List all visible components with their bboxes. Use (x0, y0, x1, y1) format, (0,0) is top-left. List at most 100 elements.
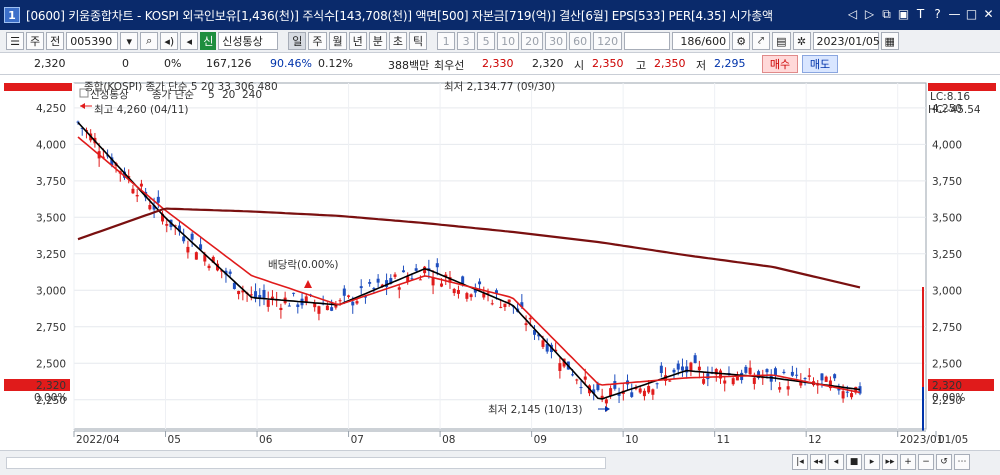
close-icon[interactable]: ✕ (981, 6, 996, 22)
candle-body (790, 371, 794, 376)
chart-scrollbar[interactable] (6, 457, 606, 469)
y-tick-right: 3,000 (932, 285, 962, 297)
x-tick-label: 10 (625, 434, 638, 446)
date-input[interactable]: 2023/01/05 (812, 32, 880, 50)
candle-body (232, 282, 236, 289)
y-tick-right: 3,750 (932, 176, 962, 188)
candle-body (292, 292, 296, 294)
candle-body (351, 301, 355, 306)
period-month-button[interactable]: 월 (328, 32, 347, 50)
candle-body (355, 301, 359, 304)
candle-body (148, 205, 152, 210)
candle-body (579, 387, 583, 389)
range-input[interactable]: 186/600 (672, 32, 731, 50)
period-second-button[interactable]: 초 (388, 32, 407, 50)
high-label: 고 (636, 59, 647, 72)
period-minute-button[interactable]: 분 (368, 32, 387, 50)
stock-name-field[interactable]: 신성통상 (218, 32, 279, 50)
sell-button[interactable]: 매도 (802, 55, 838, 73)
y-tick-right: 4,000 (932, 139, 962, 151)
candle-body (465, 293, 469, 299)
candle-body (397, 287, 401, 290)
calendar-icon[interactable]: ▦ (880, 32, 899, 50)
candle-body (693, 355, 697, 363)
indicator-icon[interactable]: ⚙ (732, 32, 751, 50)
minute-30-button[interactable]: 30 (545, 32, 568, 50)
prev-page-icon[interactable]: ◂◂ (810, 454, 826, 470)
more-icon[interactable]: ⋯ (954, 454, 970, 470)
candle-body (752, 377, 756, 384)
prev-icon[interactable]: ◂ (828, 454, 844, 470)
help-icon[interactable]: ? (930, 6, 945, 22)
zoom-out-icon[interactable]: − (918, 454, 934, 470)
high-marker-label: 최고 4,260 (04/11) (94, 104, 189, 116)
minute-3-button[interactable]: 3 (457, 32, 476, 50)
period-year-button[interactable]: 년 (348, 32, 367, 50)
candle-body (672, 369, 676, 373)
candle-body (613, 381, 617, 389)
change-percent: 0% (164, 57, 182, 70)
candle-body (642, 390, 646, 397)
candle-body (731, 378, 735, 385)
first-icon[interactable]: |◂ (792, 454, 808, 470)
period-day-button[interactable]: 일 (288, 32, 307, 50)
mode-jeon-select[interactable]: 전 (46, 32, 65, 50)
stock-code-input[interactable]: 005390 (66, 32, 119, 50)
minute-60-button[interactable]: 60 (569, 32, 592, 50)
window-number-badge[interactable]: 1 (4, 7, 20, 23)
candle-body (499, 306, 503, 308)
prev-window-icon[interactable]: ◁ (845, 6, 860, 22)
candle-body (228, 271, 232, 274)
candle-body (435, 263, 439, 268)
high-price: 2,350 (654, 57, 686, 70)
save-icon[interactable]: ▤ (772, 32, 791, 50)
text-icon[interactable]: T (913, 6, 928, 22)
candle-body (833, 374, 837, 379)
prev-stock-icon[interactable]: ◂ (180, 32, 199, 50)
minimize-icon[interactable]: — (947, 6, 962, 22)
candle-body (279, 307, 283, 311)
minute-10-button[interactable]: 10 (497, 32, 520, 50)
candle-body (845, 391, 849, 393)
y-tick-right: 2,750 (932, 322, 962, 334)
minute-1-button[interactable]: 1 (437, 32, 456, 50)
candle-body (342, 288, 346, 296)
best-quote-label: 최우선 (434, 59, 465, 72)
y-tick-left: 3,500 (36, 212, 66, 224)
code-dropdown-icon[interactable]: ▾ (120, 32, 139, 50)
candle-body (668, 380, 672, 382)
buy-button[interactable]: 매수 (762, 55, 798, 73)
next-page-icon[interactable]: ▸▸ (882, 454, 898, 470)
candle-body (528, 317, 532, 320)
candle-body (659, 365, 663, 374)
candle-body (186, 246, 190, 253)
draw-tool-icon[interactable]: ⤤ (752, 32, 771, 50)
minute-120-button[interactable]: 120 (593, 32, 623, 50)
minute-20-button[interactable]: 20 (521, 32, 544, 50)
x-tick-label: 2022/04 (76, 434, 120, 446)
settings-gear-icon[interactable]: ✲ (792, 32, 811, 50)
speaker-icon[interactable]: ◂) (160, 32, 179, 50)
y-tick-left: 2,750 (36, 322, 66, 334)
layout-icon[interactable]: ▣ (896, 6, 911, 22)
next-icon[interactable]: ▸ (864, 454, 880, 470)
price-chart[interactable]: 종합(KOSPI) 종가 단순 5 20 33 306 480 최저 2,134… (0, 75, 1000, 450)
interval-select[interactable] (624, 32, 671, 50)
candle-body (782, 371, 786, 374)
copy-window-icon[interactable]: ⧉ (879, 6, 894, 22)
candle-body (807, 375, 811, 377)
period-week-button[interactable]: 주 (308, 32, 327, 50)
toolbar: ☰ 주 전 005390 ▾ ⌕ ◂) ◂ 신 신성통상 일 주 월 년 분 초… (0, 30, 1000, 53)
next-window-icon[interactable]: ▷ (862, 6, 877, 22)
search-icon[interactable]: ⌕ (140, 32, 159, 50)
period-tick-button[interactable]: 틱 (409, 32, 428, 50)
maximize-icon[interactable]: □ (964, 6, 979, 22)
mode-ju-select[interactable]: 주 (26, 32, 45, 50)
stop-icon[interactable]: ■ (846, 454, 862, 470)
candle-body (735, 376, 739, 381)
zoom-in-icon[interactable]: + (900, 454, 916, 470)
candle-body (368, 282, 372, 284)
reset-icon[interactable]: ↺ (936, 454, 952, 470)
minute-5-button[interactable]: 5 (477, 32, 496, 50)
chart-list-button[interactable]: ☰ (6, 32, 24, 50)
